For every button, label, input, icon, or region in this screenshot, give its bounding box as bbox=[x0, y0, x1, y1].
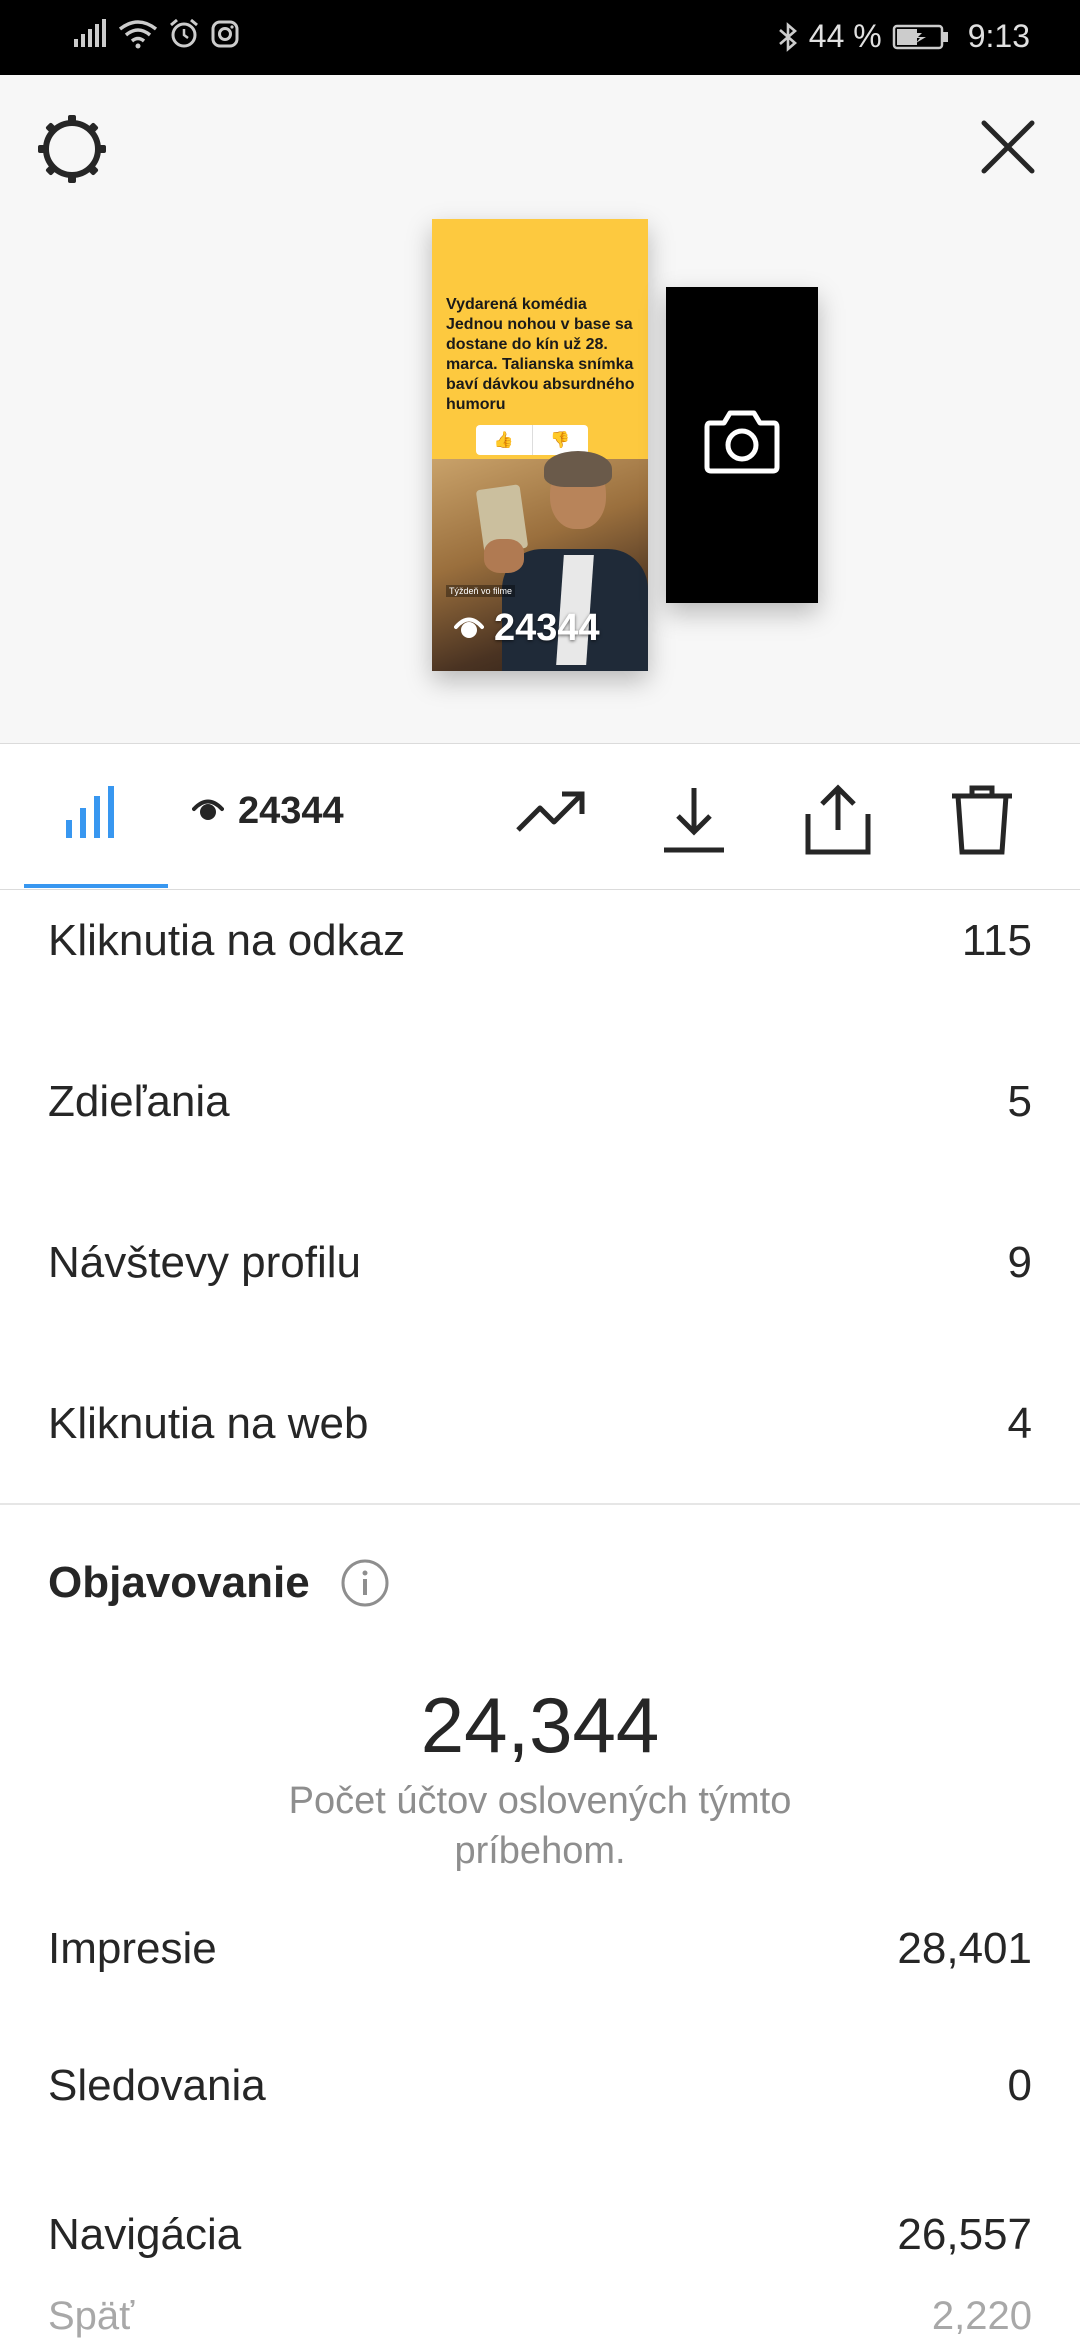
stat-row-link-clicks: Kliknutia na odkaz 115 bbox=[48, 916, 1032, 966]
tab-insights[interactable] bbox=[62, 784, 126, 845]
trend-icon bbox=[516, 791, 588, 848]
stat-row-shares: Zdieľania 5 bbox=[48, 1077, 1032, 1127]
story-view-count: 24344 bbox=[454, 607, 600, 650]
stat-label: Impresie bbox=[48, 1924, 217, 1973]
stat-row-navigation: Navigácia 26,557 bbox=[48, 2210, 1032, 2260]
stat-row-follows: Sledovania 0 bbox=[48, 2061, 1032, 2111]
battery-icon bbox=[892, 23, 950, 51]
new-story-camera-card[interactable] bbox=[666, 287, 818, 603]
alarm-icon bbox=[168, 18, 200, 50]
story-preview-area: Vydarená komédia Jednou nohou v base sa … bbox=[0, 75, 1080, 822]
download-icon bbox=[662, 788, 726, 860]
stat-value: 4 bbox=[1007, 1399, 1032, 1448]
section-divider bbox=[0, 1503, 1080, 1505]
stat-value: 26,557 bbox=[897, 2210, 1032, 2259]
share-button[interactable] bbox=[804, 784, 872, 861]
download-button[interactable] bbox=[662, 784, 726, 861]
stat-value: 115 bbox=[961, 916, 1032, 965]
settings-button[interactable] bbox=[36, 113, 108, 185]
bar-chart-icon bbox=[62, 786, 126, 844]
eye-icon bbox=[454, 607, 484, 650]
reach-number: 24,344 bbox=[420, 1681, 660, 1769]
stat-row-profile-visits: Návštevy profilu 9 bbox=[48, 1238, 1032, 1288]
viewers-count: 24344 bbox=[238, 790, 344, 832]
wifi-icon bbox=[118, 19, 158, 49]
stat-label: Kliknutia na odkaz bbox=[48, 916, 406, 965]
story-tag: Týždeň vo filme bbox=[446, 585, 516, 597]
story-headline: Vydarená komédia Jednou nohou v base sa … bbox=[446, 296, 635, 413]
discovery-header: Objavovanie bbox=[48, 1558, 390, 1608]
battery-percent: 44 % bbox=[808, 18, 882, 54]
thumbs-up-icon: 👍 bbox=[476, 425, 533, 455]
stat-value: 9 bbox=[1007, 1238, 1032, 1287]
signal-icon bbox=[72, 19, 108, 49]
reach-caption: Počet účtov oslovených týmto príbehom. bbox=[288, 1780, 792, 1872]
stat-value: 0 bbox=[1007, 2061, 1032, 2110]
eye-icon bbox=[192, 796, 224, 827]
stat-label: Navigácia bbox=[48, 2210, 242, 2259]
gear-icon bbox=[36, 115, 108, 189]
delete-button[interactable] bbox=[950, 784, 1014, 861]
section-title: Objavovanie bbox=[48, 1558, 310, 1607]
close-button[interactable] bbox=[976, 115, 1040, 179]
clock: 9:13 bbox=[967, 18, 1030, 54]
info-icon[interactable] bbox=[340, 1558, 390, 1608]
stat-label: Návštevy profilu bbox=[48, 1238, 362, 1287]
stat-label: Sledovania bbox=[48, 2061, 266, 2110]
trash-icon bbox=[950, 785, 1014, 860]
camera-icon bbox=[704, 405, 780, 480]
stat-row-website-clicks: Kliknutia na web 4 bbox=[48, 1399, 1032, 1449]
stat-label: Späť bbox=[48, 2294, 135, 2338]
promote-button[interactable] bbox=[516, 784, 588, 849]
share-icon bbox=[804, 784, 872, 860]
stat-value: 5 bbox=[1007, 1077, 1032, 1126]
story-views-number: 24344 bbox=[494, 607, 600, 649]
stat-label: Kliknutia na web bbox=[48, 1399, 369, 1448]
story-toolbar: 24344 bbox=[0, 743, 1080, 890]
status-bar: 44 % 9:13 bbox=[0, 0, 1080, 75]
stat-value: 2,220 bbox=[931, 2294, 1032, 2338]
stat-row-back: Späť 2,220 bbox=[48, 2294, 1032, 2339]
instagram-icon bbox=[210, 19, 240, 49]
photo-person-hair bbox=[544, 451, 612, 487]
close-icon bbox=[976, 120, 1040, 183]
bluetooth-icon bbox=[777, 21, 799, 53]
tab-viewers[interactable]: 24344 bbox=[192, 790, 344, 833]
photo-hand bbox=[484, 539, 524, 573]
stat-value: 28,401 bbox=[897, 1924, 1032, 1973]
stat-row-impressions: Impresie 28,401 bbox=[48, 1924, 1032, 1974]
active-tab-indicator bbox=[24, 884, 168, 888]
story-thumbnail[interactable]: Vydarená komédia Jednou nohou v base sa … bbox=[432, 219, 648, 671]
stat-label: Zdieľania bbox=[48, 1077, 230, 1126]
